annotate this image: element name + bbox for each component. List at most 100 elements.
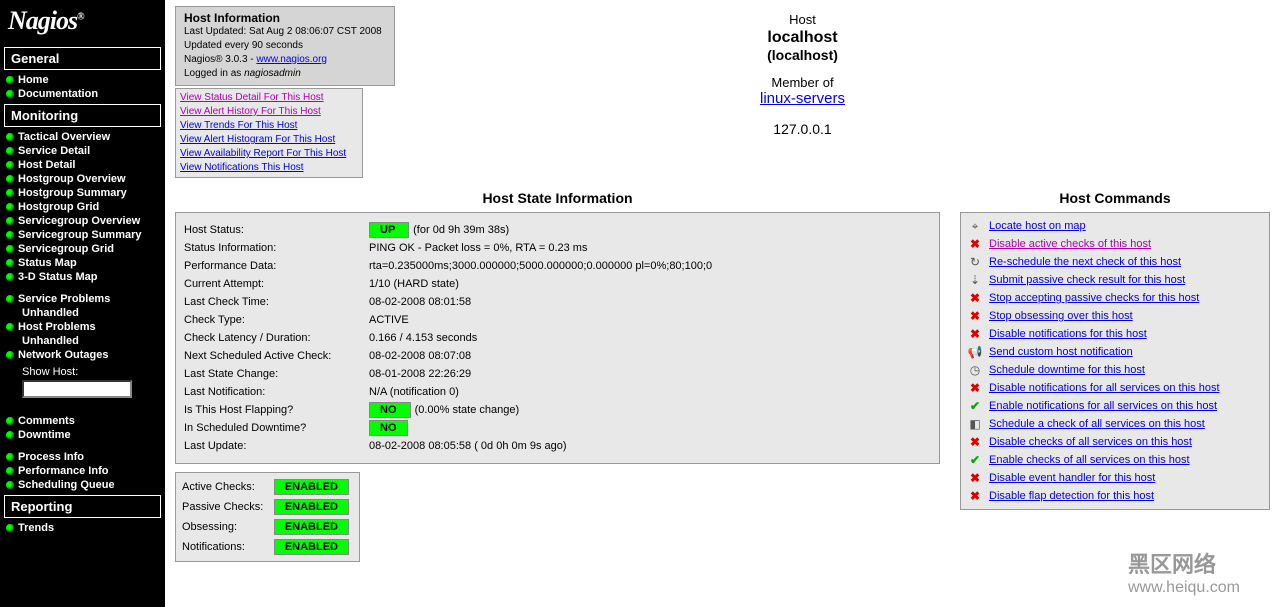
command-row: ✖Stop accepting passive checks for this … (967, 289, 1263, 307)
nav-item-comments[interactable]: Comments (4, 414, 161, 428)
command-link[interactable]: Submit passive check result for this hos… (989, 274, 1185, 286)
host-link[interactable]: View Availability Report For This Host (180, 147, 358, 161)
state-row: Last State Change:08-01-2008 22:26:29 (184, 365, 931, 383)
state-key: Performance Data: (184, 260, 369, 272)
section-header: Monitoring (4, 104, 161, 127)
nav-item-scheduling-queue[interactable]: Scheduling Queue (4, 478, 161, 492)
command-link[interactable]: Send custom host notification (989, 346, 1133, 358)
state-row: Performance Data:rta=0.235000ms;3000.000… (184, 257, 931, 275)
nagios-link[interactable]: www.nagios.org (256, 54, 327, 65)
x-icon: ✖ (967, 327, 983, 341)
command-row: ✔ Enable notifications for all services o… (967, 397, 1263, 415)
host-link[interactable]: View Alert Histogram For This Host (180, 133, 358, 147)
nav-item-servicegroup-grid[interactable]: Servicegroup Grid (4, 242, 161, 256)
state-value: NO (369, 422, 412, 434)
nav-item-home[interactable]: Home (4, 73, 161, 87)
nav-item-host-detail[interactable]: Host Detail (4, 158, 161, 172)
nav-item-unhandled[interactable]: Unhandled (4, 334, 161, 348)
x-icon: ✖ (967, 381, 983, 395)
command-link[interactable]: Enable notifications for all services on… (989, 400, 1217, 412)
nav-item-performance-info[interactable]: Performance Info (4, 464, 161, 478)
nav-item-trends[interactable]: Trends (4, 521, 161, 535)
x-icon: ✖ (967, 237, 983, 251)
host-name: localhost (405, 29, 1200, 47)
nav-item-host-problems[interactable]: Host Problems (4, 320, 161, 334)
x-icon: ✖ (967, 435, 983, 449)
sidebar: Nagios® GeneralHomeDocumentationMonitori… (0, 0, 165, 607)
clock-icon: ◷ (967, 363, 983, 377)
bullet-icon (6, 245, 14, 253)
state-value: 0.166 / 4.153 seconds (369, 332, 477, 344)
nav-item-servicegroup-summary[interactable]: Servicegroup Summary (4, 228, 161, 242)
enabled-badge: ENABLED (274, 479, 349, 495)
enabled-badge: ENABLED (274, 499, 349, 515)
bullet-icon (6, 453, 14, 461)
nav-item-hostgroup-grid[interactable]: Hostgroup Grid (4, 200, 161, 214)
hostgroup-link[interactable]: linux-servers (760, 90, 845, 107)
command-link[interactable]: Disable notifications for all services o… (989, 382, 1220, 394)
state-row: Next Scheduled Active Check:08-02-2008 0… (184, 347, 931, 365)
bullet-icon (6, 259, 14, 267)
host-link[interactable]: View Alert History For This Host (180, 105, 358, 119)
command-link[interactable]: Disable flap detection for this host (989, 490, 1154, 502)
check-icon: ✔ (967, 453, 983, 467)
state-key: Current Attempt: (184, 278, 369, 290)
info-updated-every: Updated every 90 seconds (184, 39, 386, 53)
command-link[interactable]: Stop accepting passive checks for this h… (989, 292, 1199, 304)
checks-row: Active Checks: ENABLED (182, 477, 353, 497)
host-info-box: Host Information Last Updated: Sat Aug 2… (175, 6, 395, 86)
command-row: ◷ Schedule downtime for this host (967, 361, 1263, 379)
host-link[interactable]: View Trends For This Host (180, 119, 358, 133)
state-value: 08-02-2008 08:01:58 (369, 296, 471, 308)
nav-item-network-outages[interactable]: Network Outages (4, 348, 161, 362)
state-value: 08-02-2008 08:05:58 ( 0d 0h 0m 9s ago) (369, 440, 567, 452)
command-link[interactable]: Disable checks of all services on this h… (989, 436, 1192, 448)
nav-item-hostgroup-summary[interactable]: Hostgroup Summary (4, 186, 161, 200)
command-link[interactable]: Disable notifications for this host (989, 328, 1147, 340)
state-row: In Scheduled Downtime? NO (184, 419, 931, 437)
command-row: ✖ Disable notifications for this host (967, 325, 1263, 343)
state-title: Host State Information (175, 190, 940, 206)
host-link[interactable]: View Status Detail For This Host (180, 91, 358, 105)
bullet-icon (6, 431, 14, 439)
command-link[interactable]: Disable active checks of this host (989, 238, 1151, 250)
nav-item-status-map[interactable]: Status Map (4, 256, 161, 270)
resched-icon: ↻ (967, 255, 983, 269)
nav-item-process-info[interactable]: Process Info (4, 450, 161, 464)
state-key: Last State Change: (184, 368, 369, 380)
state-row: Check Latency / Duration:0.166 / 4.153 s… (184, 329, 931, 347)
info-logged-in: Logged in as nagiosadmin (184, 67, 386, 81)
state-key: Next Scheduled Active Check: (184, 350, 369, 362)
nav-item-hostgroup-overview[interactable]: Hostgroup Overview (4, 172, 161, 186)
check-icon: ✔ (967, 399, 983, 413)
x-icon: ✖ (967, 471, 983, 485)
bullet-icon (6, 147, 14, 155)
nav-item-tactical-overview[interactable]: Tactical Overview (4, 130, 161, 144)
nav-item-3-d-status-map[interactable]: 3-D Status Map (4, 270, 161, 284)
command-link[interactable]: Disable event handler for this host (989, 472, 1155, 484)
command-link[interactable]: Stop obsessing over this host (989, 310, 1133, 322)
checks-table: Active Checks: ENABLED Passive Checks: E… (175, 472, 360, 562)
command-link[interactable]: Enable checks of all services on this ho… (989, 454, 1190, 466)
bullet-icon (6, 231, 14, 239)
nav-item-service-problems[interactable]: Service Problems (4, 292, 161, 306)
nav-item-downtime[interactable]: Downtime (4, 428, 161, 442)
command-link[interactable]: Schedule downtime for this host (989, 364, 1145, 376)
nav-item-servicegroup-overview[interactable]: Servicegroup Overview (4, 214, 161, 228)
command-link[interactable]: Locate host on map (989, 220, 1086, 232)
nav-item-unhandled[interactable]: Unhandled (4, 306, 161, 320)
show-host-input[interactable] (22, 380, 132, 398)
command-row: ✖Stop obsessing over this host (967, 307, 1263, 325)
bullet-icon (6, 76, 14, 84)
locate-icon: ⌖ (967, 219, 983, 233)
command-link[interactable]: Schedule a check of all services on this… (989, 418, 1205, 430)
nav-item-service-detail[interactable]: Service Detail (4, 144, 161, 158)
state-key: Status Information: (184, 242, 369, 254)
bullet-icon (6, 481, 14, 489)
section-header: Reporting (4, 495, 161, 518)
command-link[interactable]: Re-schedule the next check of this host (989, 256, 1181, 268)
state-row: Last Check Time:08-02-2008 08:01:58 (184, 293, 931, 311)
nav-item-documentation[interactable]: Documentation (4, 87, 161, 101)
host-link[interactable]: View Notifications This Host (180, 161, 358, 175)
x-icon: ✖ (967, 489, 983, 503)
